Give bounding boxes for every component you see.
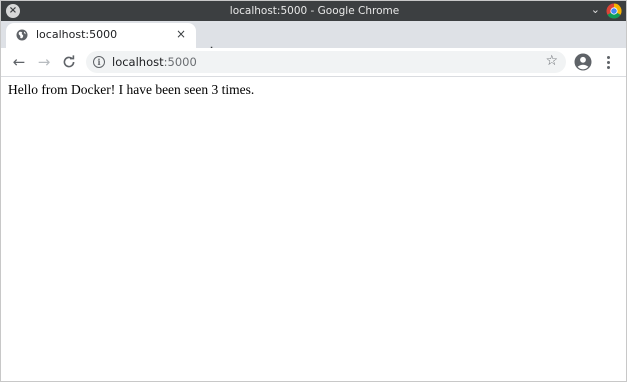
tab-title: localhost:5000 bbox=[36, 28, 118, 41]
reload-button[interactable] bbox=[59, 52, 79, 72]
kebab-menu-icon[interactable] bbox=[604, 53, 612, 71]
chevron-down-icon[interactable]: ⌄ bbox=[591, 3, 600, 16]
back-button[interactable]: ← bbox=[9, 52, 29, 72]
info-icon[interactable]: i bbox=[93, 56, 105, 68]
window-title: localhost:5000 - Google Chrome bbox=[229, 5, 400, 17]
reload-icon bbox=[63, 55, 75, 68]
browser-toolbar: ← → i localhost:5000 ☆ bbox=[1, 48, 626, 77]
url-port: :5000 bbox=[163, 55, 197, 69]
window-close-button[interactable]: × bbox=[6, 4, 20, 18]
star-icon[interactable]: ☆ bbox=[545, 53, 558, 69]
profile-avatar-icon[interactable] bbox=[574, 53, 592, 71]
title-bar: × localhost:5000 - Google Chrome ⌄ bbox=[1, 1, 626, 21]
browser-window: × localhost:5000 - Google Chrome ⌄ local… bbox=[0, 0, 627, 382]
arrow-left-icon: ← bbox=[12, 53, 26, 71]
page-content: Hello from Docker! I have been seen 3 ti… bbox=[1, 77, 626, 381]
tab-localhost[interactable]: localhost:5000 × bbox=[6, 23, 196, 48]
tab-strip: localhost:5000 × + bbox=[1, 21, 626, 63]
address-bar[interactable]: i localhost:5000 ☆ bbox=[86, 51, 566, 73]
tab-close-icon[interactable]: × bbox=[176, 27, 186, 41]
globe-icon bbox=[16, 29, 28, 41]
url-text[interactable]: localhost:5000 bbox=[112, 55, 197, 69]
page-message: Hello from Docker! I have been seen 3 ti… bbox=[8, 82, 255, 97]
url-host: localhost bbox=[112, 55, 164, 69]
arrow-right-icon: → bbox=[37, 53, 51, 71]
chrome-logo-icon bbox=[606, 3, 622, 19]
forward-button[interactable]: → bbox=[34, 52, 54, 72]
